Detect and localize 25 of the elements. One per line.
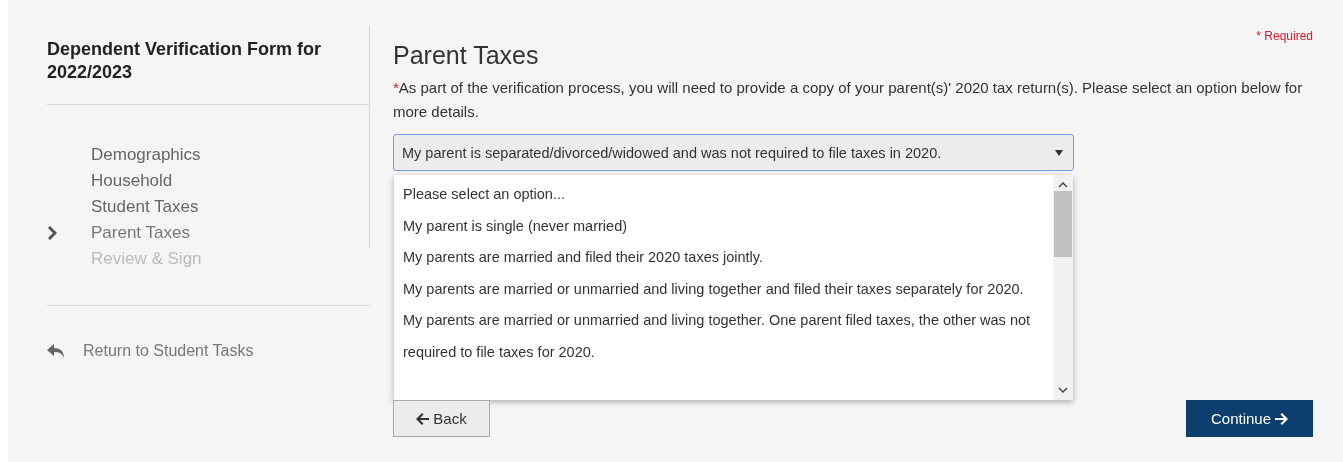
- dropdown-option[interactable]: My parents are married or unmarried and living together. One parent filed taxes, the other was not required to file taxes for 2020.: [403, 305, 1053, 368]
- dropdown-option[interactable]: My parents are married and filed their 2020 taxes jointly.: [403, 242, 1053, 274]
- left-arrow-icon: [416, 412, 430, 425]
- option-select[interactable]: My parent is separated/divorced/widowed and was not required to file taxes in 2020.: [393, 134, 1074, 171]
- page-heading: Parent Taxes: [393, 41, 539, 70]
- step-link[interactable]: Student Taxes: [91, 197, 199, 217]
- form-title: Dependent Verification Form for 2022/2023: [47, 38, 369, 105]
- right-arrow-icon: [1275, 412, 1288, 425]
- dropdown-option[interactable]: My parent is single (never married): [403, 210, 1053, 242]
- scroll-down-icon[interactable]: [1058, 386, 1068, 394]
- scrollbar[interactable]: [1053, 175, 1073, 400]
- scroll-up-icon[interactable]: [1058, 181, 1068, 189]
- continue-button[interactable]: Continue: [1186, 400, 1313, 437]
- step-link[interactable]: Demographics: [91, 145, 201, 165]
- step-link: Review & Sign: [91, 249, 202, 269]
- return-link[interactable]: Return to Student Tasks: [83, 342, 254, 360]
- required-note: * Required: [1256, 29, 1313, 43]
- step-link[interactable]: Parent Taxes: [91, 223, 190, 243]
- step-link[interactable]: Household: [91, 171, 173, 191]
- dropdown-caret-icon: [1055, 149, 1063, 156]
- dropdown-option[interactable]: My parents are married or unmarried and living together and filed their taxes separately for 2020.: [403, 273, 1053, 305]
- dropdown-option[interactable]: Please select an option...: [403, 179, 1053, 211]
- instructions-text: *As part of the verification process, you will need to provide a copy of your parent(s)' 2020 tax return(s). Please select an option below for more details.: [393, 78, 1304, 122]
- reply-arrow-icon: [47, 344, 65, 358]
- back-button[interactable]: Back: [393, 400, 490, 437]
